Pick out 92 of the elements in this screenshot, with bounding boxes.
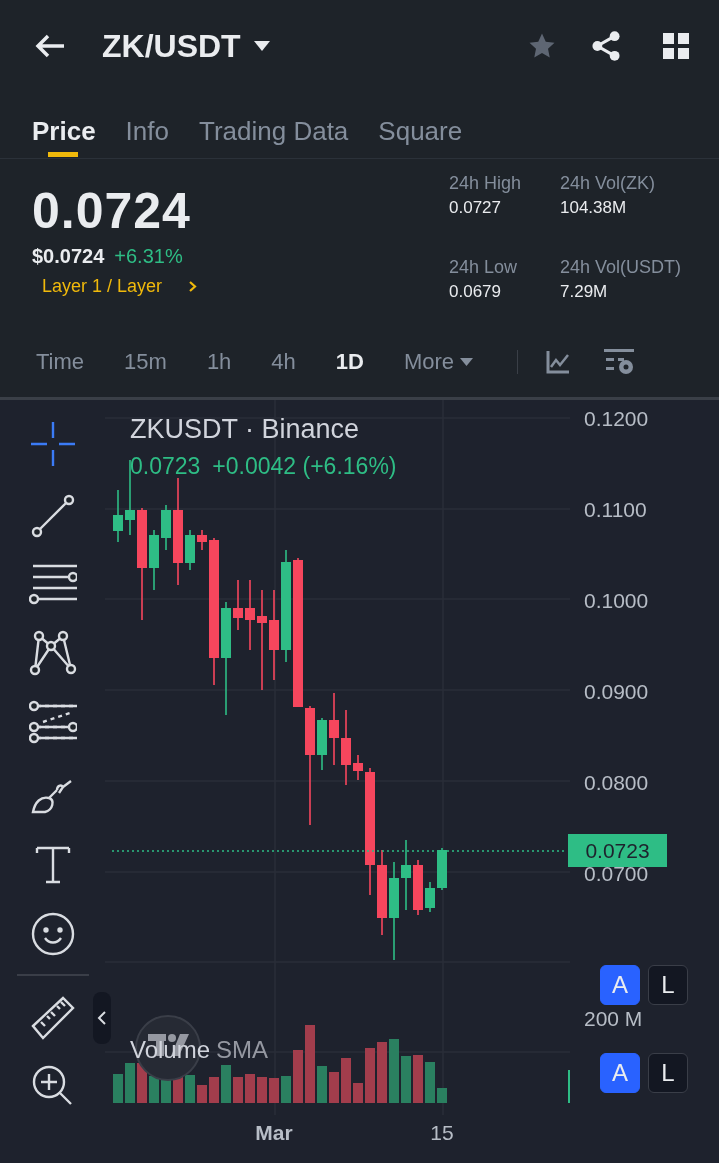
interval-tab[interactable]: 1h bbox=[206, 349, 232, 375]
stat-label: 24h High bbox=[449, 173, 523, 194]
usd-price: $0.0724 bbox=[32, 245, 105, 268]
caret-icon bbox=[460, 358, 474, 366]
volume-bar bbox=[257, 1077, 267, 1103]
candle bbox=[437, 847, 447, 891]
volume-sma-label: SMA bbox=[216, 1036, 269, 1064]
volume-marker bbox=[568, 1069, 570, 1104]
category-link[interactable]: Layer 1 / Layer bbox=[42, 276, 163, 297]
price-label: 0.1200 bbox=[584, 407, 649, 430]
pattern-icon[interactable] bbox=[28, 630, 77, 678]
interval-tab[interactable]: More bbox=[403, 349, 474, 375]
tab[interactable]: Square bbox=[378, 92, 463, 158]
price-label: 0.0800 bbox=[584, 771, 649, 794]
price-label: 0.1000 bbox=[584, 589, 649, 612]
price-change: +6.31% bbox=[114, 245, 183, 268]
last-price: 0.0724 bbox=[32, 183, 192, 239]
interval-tab[interactable]: 1D bbox=[335, 349, 364, 375]
grid-icon[interactable] bbox=[663, 33, 689, 59]
volume-bar bbox=[341, 1058, 351, 1103]
volume-bar bbox=[353, 1083, 363, 1103]
time-label: Mar bbox=[255, 1121, 293, 1144]
candle bbox=[161, 504, 171, 551]
stat-label: 24h Low bbox=[449, 257, 519, 278]
scale-button[interactable]: A bbox=[600, 1053, 640, 1093]
scale-button[interactable]: L bbox=[648, 1053, 688, 1093]
interval-tab[interactable]: Time bbox=[36, 349, 85, 375]
collapse-button[interactable] bbox=[93, 992, 111, 1044]
volume-bar bbox=[161, 1079, 171, 1103]
stat-value: 0.0679 bbox=[449, 282, 502, 302]
volume-bar bbox=[281, 1076, 291, 1103]
volume-bar bbox=[317, 1066, 327, 1103]
chart-settings-icon[interactable] bbox=[604, 349, 635, 375]
volume-bar bbox=[245, 1074, 255, 1103]
candle bbox=[401, 839, 411, 911]
time-label: 15 bbox=[430, 1121, 454, 1144]
stat-value: 0.0727 bbox=[449, 198, 502, 218]
price-label: 0.0900 bbox=[584, 680, 649, 703]
stat-value: 104.38M bbox=[560, 198, 628, 218]
scale-button[interactable]: L bbox=[648, 965, 688, 1005]
candle bbox=[317, 717, 327, 771]
candle bbox=[233, 579, 243, 631]
candle bbox=[149, 529, 159, 591]
candle bbox=[425, 881, 435, 913]
volume-bar bbox=[389, 1039, 399, 1103]
volume-bar bbox=[437, 1088, 447, 1103]
crosshair-icon[interactable] bbox=[28, 420, 77, 468]
tab[interactable]: Info bbox=[125, 92, 169, 158]
candle bbox=[113, 489, 123, 543]
caret-icon[interactable] bbox=[252, 40, 271, 52]
candle bbox=[197, 529, 207, 551]
candle bbox=[245, 579, 255, 651]
candle bbox=[353, 754, 363, 781]
pair-title[interactable]: ZK/USDT bbox=[102, 27, 241, 65]
volume-bar bbox=[293, 1050, 303, 1103]
chart-change: +0.0042 (+6.16%) bbox=[212, 453, 397, 480]
interval-tab[interactable]: 4h bbox=[271, 349, 296, 375]
chevron-left-icon bbox=[97, 1010, 107, 1026]
tab[interactable]: Price bbox=[32, 92, 96, 158]
last-price-badge: 0.0723 bbox=[568, 834, 667, 867]
volume-bar bbox=[185, 1075, 195, 1103]
candle bbox=[185, 529, 195, 571]
interval-tab[interactable]: 15m bbox=[124, 349, 167, 375]
volume-bar bbox=[401, 1056, 411, 1103]
stat-label: 24h Vol(ZK) bbox=[560, 173, 657, 194]
stat-label: 24h Vol(USDT) bbox=[560, 257, 682, 278]
volume-bar bbox=[197, 1085, 207, 1103]
volume-bar bbox=[221, 1065, 231, 1103]
volume-axis-label: 200 M bbox=[584, 1007, 643, 1030]
volume-bar bbox=[173, 1077, 183, 1103]
tab[interactable]: Trading Data bbox=[199, 92, 349, 158]
indicator-icon[interactable] bbox=[546, 350, 571, 374]
volume-bar bbox=[113, 1074, 123, 1103]
back-icon[interactable] bbox=[34, 33, 66, 59]
volume-bar bbox=[149, 1076, 159, 1103]
price-label: 0.1100 bbox=[584, 498, 647, 521]
volume-bar bbox=[269, 1078, 279, 1103]
volume-bar bbox=[125, 1063, 135, 1103]
volume-bar bbox=[377, 1042, 387, 1103]
chart-last-value: 0.0723 bbox=[130, 453, 201, 480]
scale-button[interactable]: A bbox=[600, 965, 640, 1005]
share-icon[interactable] bbox=[591, 30, 621, 62]
volume-bar bbox=[425, 1062, 435, 1103]
volume-bar bbox=[329, 1072, 339, 1103]
chevron-icon[interactable] bbox=[188, 280, 198, 293]
chart-symbol: ZKUSDT · Binance bbox=[130, 414, 361, 445]
stat-value: 7.29M bbox=[560, 282, 609, 302]
volume-bar bbox=[365, 1048, 375, 1103]
volume-bar bbox=[209, 1077, 219, 1103]
candle bbox=[413, 859, 423, 916]
volume-bar bbox=[413, 1055, 423, 1103]
volume-bar bbox=[233, 1077, 243, 1103]
